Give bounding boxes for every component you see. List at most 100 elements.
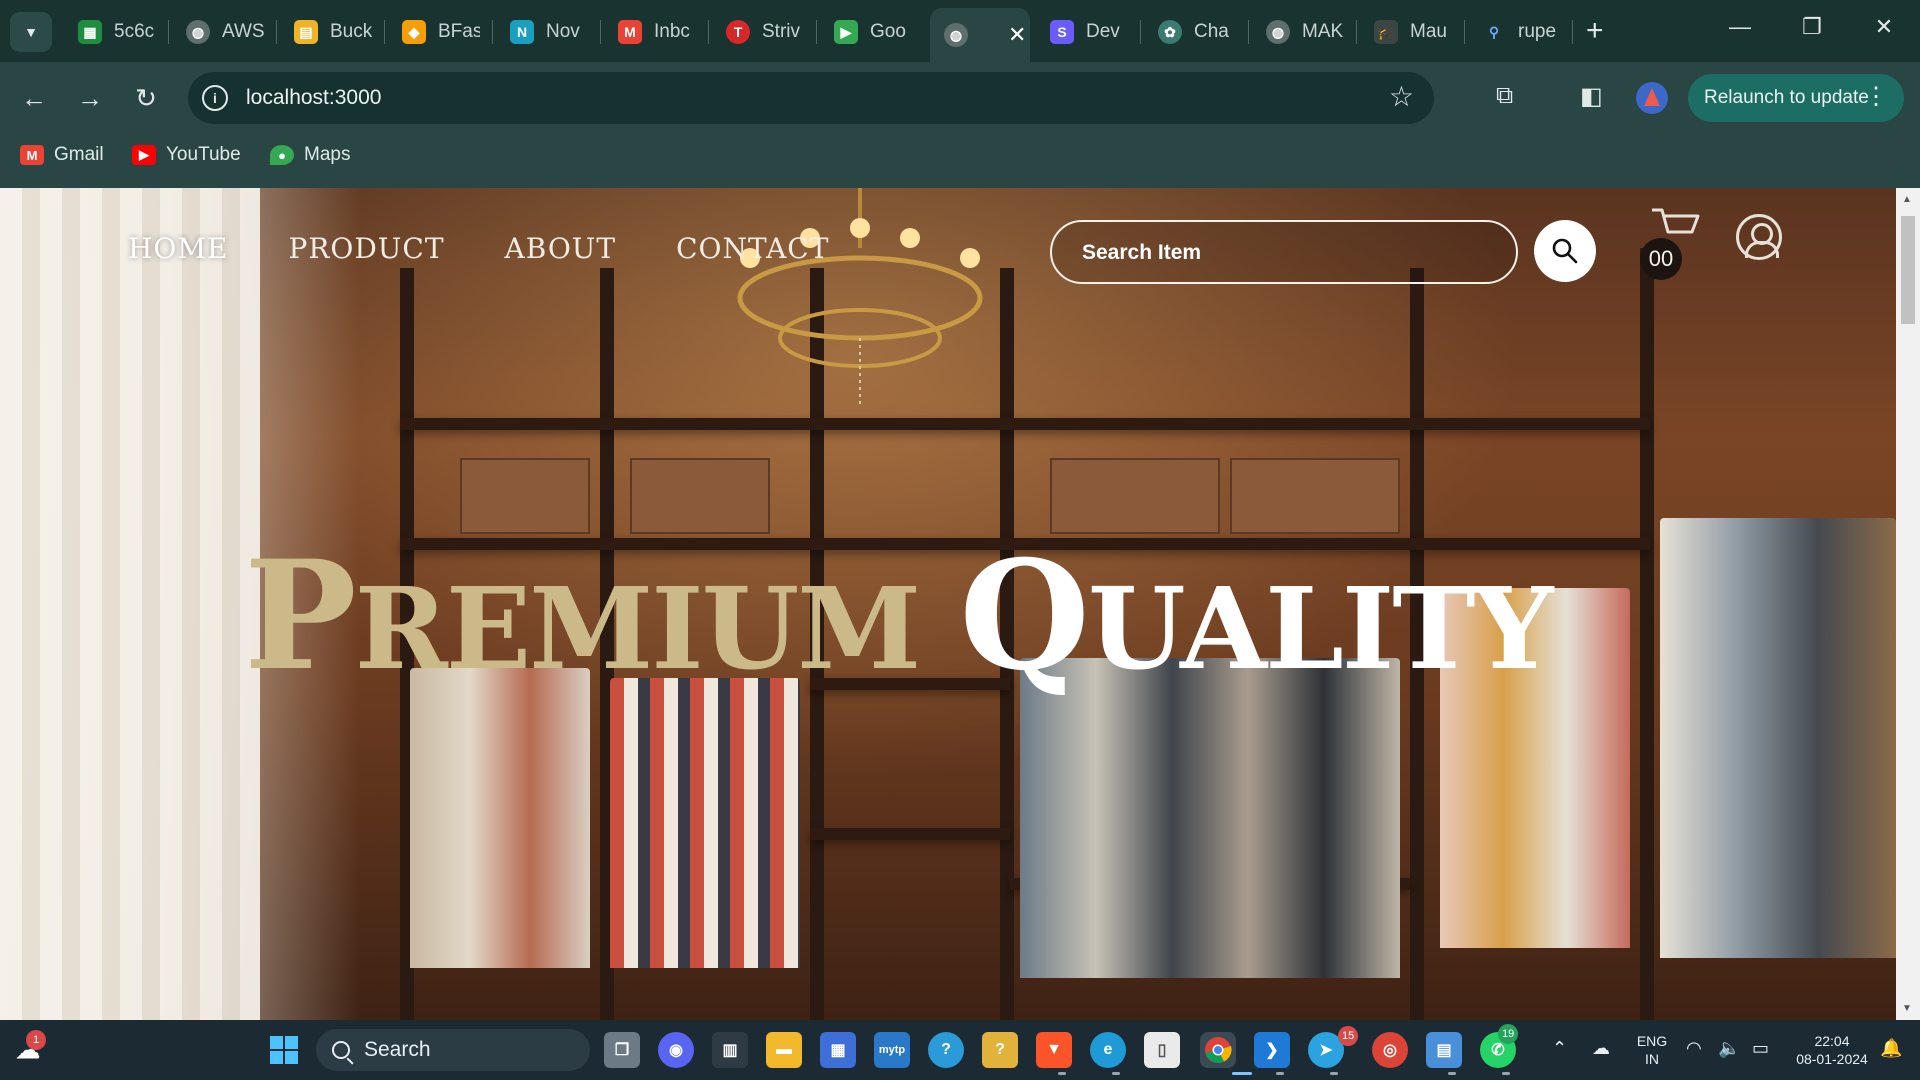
- tab-mak[interactable]: ◍ MAK: [1252, 10, 1344, 54]
- tab-title: BFas: [438, 21, 480, 42]
- chevron-up-icon[interactable]: ⌃: [1552, 1038, 1567, 1059]
- tab-separator: [816, 20, 817, 44]
- profile-avatar[interactable]: [1636, 82, 1668, 114]
- tab-separator: [384, 20, 385, 44]
- tab-5c6c[interactable]: ▦ 5c6c: [64, 10, 156, 54]
- tab-bucket[interactable]: ▤ Buck: [280, 10, 372, 54]
- tab-separator: [600, 20, 601, 44]
- windows-start-icon[interactable]: [266, 1032, 302, 1068]
- tab-mau[interactable]: 🎓 Mau: [1360, 10, 1452, 54]
- clock[interactable]: 22:04 08-01-2024: [1782, 1032, 1882, 1068]
- extensions-icon[interactable]: ⧉: [1496, 82, 1513, 110]
- window-curtain: [0, 188, 260, 1020]
- chrome-active-icon[interactable]: [1200, 1032, 1236, 1068]
- gmail-icon: M: [618, 20, 642, 44]
- bfast-icon: ◆: [402, 20, 426, 44]
- tab-nov[interactable]: N Nov: [496, 10, 588, 54]
- battery-icon[interactable]: ▭: [1752, 1038, 1769, 1059]
- nav-contact-link[interactable]: CONTACT: [676, 232, 829, 265]
- task-view-icon[interactable]: ❐: [604, 1032, 640, 1068]
- clock-date: 08-01-2024: [1796, 1051, 1868, 1067]
- input-language[interactable]: ENG IN: [1632, 1032, 1672, 1068]
- reload-icon[interactable]: ↻: [128, 80, 164, 116]
- wifi-icon[interactable]: ◠: [1686, 1038, 1702, 1059]
- telegram-badge: 15: [1338, 1026, 1359, 1046]
- scrollbar-thumb[interactable]: [1901, 216, 1915, 324]
- volume-icon[interactable]: 🔈: [1718, 1038, 1740, 1059]
- new-tab-button[interactable]: +: [1586, 14, 1604, 48]
- side-panel-icon[interactable]: ◧: [1580, 82, 1603, 111]
- audio-app-icon[interactable]: ▥: [712, 1032, 748, 1068]
- nav-about-link[interactable]: ABOUT: [505, 232, 617, 265]
- chandelier-decoration: [737, 188, 983, 408]
- tab-google[interactable]: ▶ Goo: [820, 10, 912, 54]
- help-icon[interactable]: ?: [928, 1032, 964, 1068]
- mytvs-app-icon[interactable]: mytp: [874, 1032, 910, 1068]
- vscode-icon[interactable]: ❯: [1254, 1032, 1290, 1068]
- restore-icon[interactable]: ❐: [1792, 14, 1832, 40]
- microsoft-store-icon[interactable]: ▦: [820, 1032, 856, 1068]
- address-bar[interactable]: i localhost:3000 ☆: [188, 72, 1434, 124]
- taskbar-search[interactable]: Search: [316, 1029, 590, 1071]
- bookmark-maps[interactable]: ● Maps: [270, 144, 350, 166]
- scroll-down-icon[interactable]: ▼: [1902, 1003, 1912, 1014]
- menu-kebab-icon[interactable]: ⋮: [1864, 82, 1888, 111]
- tab-active-localhost[interactable]: ◍ ✕: [930, 8, 1030, 62]
- cart-count-badge[interactable]: 00: [1640, 238, 1682, 280]
- tab-title: Nov: [546, 21, 580, 42]
- storage-box: [1230, 458, 1400, 534]
- tab-striver[interactable]: T Striv: [712, 10, 804, 54]
- file-explorer-icon[interactable]: ▬: [766, 1032, 802, 1068]
- teams-chat-icon[interactable]: ◉: [658, 1032, 694, 1068]
- tab-aws[interactable]: ◍ AWS: [172, 10, 264, 54]
- relaunch-button[interactable]: Relaunch to update ⋮: [1688, 74, 1904, 122]
- notes-app-icon[interactable]: ▤: [1426, 1032, 1462, 1068]
- window-close-icon[interactable]: ✕: [1864, 14, 1904, 40]
- search-button[interactable]: [1534, 220, 1596, 282]
- forward-icon[interactable]: →: [72, 80, 108, 116]
- tab-separator: [168, 20, 169, 44]
- notification-bell-icon[interactable]: 🔔: [1880, 1038, 1902, 1059]
- notepad-file-icon[interactable]: ▯: [1144, 1032, 1180, 1068]
- nav-product-link[interactable]: PRODUCT: [288, 232, 444, 265]
- brave-browser-icon[interactable]: ▼: [1036, 1032, 1072, 1068]
- url-text[interactable]: localhost:3000: [246, 86, 381, 110]
- tab-bfast[interactable]: ◆ BFas: [388, 10, 480, 54]
- scroll-up-icon[interactable]: ▲: [1902, 194, 1912, 205]
- search-icon: ⚲: [1488, 23, 1500, 40]
- hero-word-quality: QUALITY: [959, 528, 1553, 704]
- nav-home-link[interactable]: HOME: [128, 232, 228, 265]
- bookmark-gmail[interactable]: M Gmail: [20, 144, 104, 166]
- onedrive-off-icon[interactable]: ☁: [1592, 1038, 1610, 1059]
- bookmark-star-icon[interactable]: ☆: [1389, 80, 1414, 113]
- chrome-profile-icon[interactable]: ◎: [1372, 1032, 1408, 1068]
- search-icon: [1552, 238, 1578, 264]
- running-app-indicator: [1330, 1072, 1338, 1075]
- back-icon[interactable]: ←: [16, 80, 52, 116]
- edge-browser-icon[interactable]: e: [1090, 1032, 1126, 1068]
- tab-dev[interactable]: S Dev: [1036, 10, 1128, 54]
- tips-icon[interactable]: ?: [982, 1032, 1018, 1068]
- site-info-icon[interactable]: i: [202, 85, 228, 111]
- site-search-box[interactable]: [1050, 220, 1518, 284]
- tab-title: Mau: [1410, 21, 1447, 42]
- minimize-icon[interactable]: —: [1720, 14, 1760, 40]
- search-input[interactable]: [1082, 240, 1482, 266]
- bookmark-label: YouTube: [166, 144, 241, 165]
- tab-chatgpt[interactable]: ✿ Cha: [1144, 10, 1236, 54]
- tab-rupe[interactable]: ⚲ rupe: [1468, 10, 1560, 54]
- tab-title: Buck: [330, 21, 372, 42]
- user-account-icon[interactable]: [1736, 214, 1782, 260]
- hero-initial: P: [244, 528, 357, 704]
- tab-separator: [1572, 20, 1573, 44]
- running-app-indicator: [1502, 1072, 1510, 1075]
- close-tab-icon[interactable]: ✕: [1008, 22, 1026, 48]
- hanging-clothes: [1660, 518, 1896, 958]
- bookmark-youtube[interactable]: ▶ YouTube: [132, 144, 241, 166]
- closet-shelf: [400, 418, 1650, 430]
- running-app-indicator: [1112, 1072, 1120, 1075]
- tab-search-button[interactable]: ▼: [10, 12, 52, 52]
- tab-inbox[interactable]: M Inbc: [604, 10, 696, 54]
- hero-initial: Q: [959, 528, 1090, 704]
- page-scrollbar[interactable]: ▲ ▼: [1896, 188, 1920, 1020]
